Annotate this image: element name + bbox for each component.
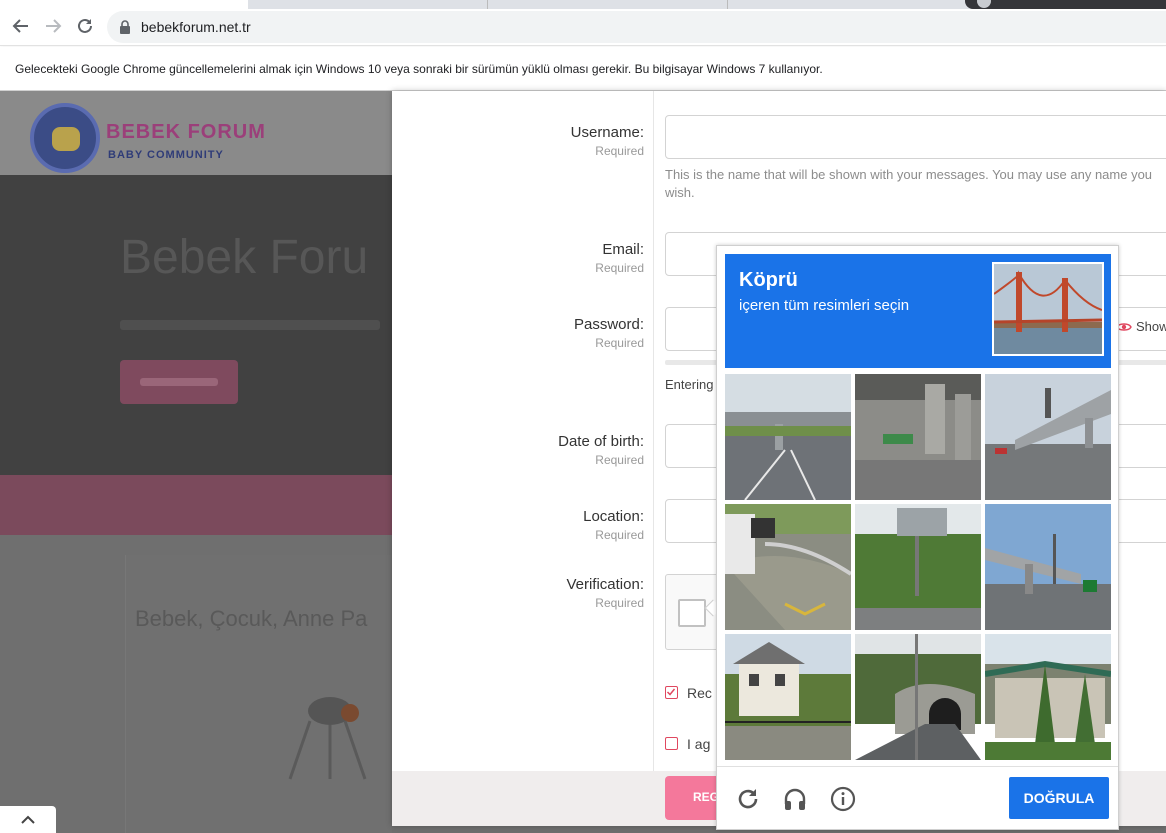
content-title: Bebek, Çocuk, Anne Pa [135, 606, 368, 631]
url-text[interactable]: bebekforum.net.tr [141, 19, 251, 35]
site-header: BEBEK FORUM BABY COMMUNITY [0, 91, 392, 175]
captcha-tile[interactable] [985, 634, 1111, 760]
verify-button[interactable]: DOĞRULA [1009, 777, 1109, 819]
verification-label: Verification: [566, 576, 644, 593]
captcha-tile[interactable] [725, 374, 851, 500]
checkbox1-label: Rec [687, 685, 712, 701]
checkbox2-label: I ag [687, 736, 711, 752]
username-input[interactable] [665, 115, 1166, 159]
captcha-tile[interactable] [855, 634, 981, 760]
show-label: Show [1136, 319, 1166, 334]
captcha-tile[interactable] [855, 374, 981, 500]
site-logo-icon [30, 103, 100, 173]
password-strength-text: Entering [665, 377, 714, 392]
pink-band [0, 475, 392, 535]
captcha-tile[interactable] [985, 374, 1111, 500]
password-required: Required [595, 336, 644, 350]
hero-subtitle [120, 320, 380, 330]
checkbox-checked[interactable] [665, 686, 678, 699]
infobar-text: Gelecekteki Google Chrome güncellemeleri… [15, 62, 823, 76]
form-label-column [392, 91, 654, 771]
show-password-toggle[interactable]: Show [1116, 319, 1166, 334]
captcha-tile[interactable] [855, 504, 981, 630]
email-required: Required [595, 261, 644, 275]
captcha-sample-image [992, 262, 1104, 356]
reload-icon[interactable] [73, 14, 97, 38]
refresh-icon[interactable] [734, 785, 762, 813]
forward-arrow-icon[interactable] [41, 14, 65, 38]
email-label: Email: [602, 241, 644, 258]
captcha-footer: DOĞRULA [717, 766, 1118, 830]
lock-icon[interactable] [119, 20, 131, 39]
audio-headphones-icon[interactable] [781, 785, 809, 813]
username-label: Username: [570, 124, 644, 141]
profile-avatar[interactable] [977, 0, 991, 8]
address-bar[interactable]: bebekforum.net.tr [107, 11, 1166, 43]
back-arrow-icon[interactable] [9, 14, 33, 38]
captcha-instruction: içeren tüm resimleri seçin [739, 297, 910, 314]
tab-profile[interactable] [965, 0, 1166, 9]
logo-subtext: BABY COMMUNITY [108, 149, 224, 161]
browser-toolbar: bebekforum.net.tr [0, 0, 1166, 46]
captcha-tile[interactable] [985, 504, 1111, 630]
update-infobar: Gelecekteki Google Chrome güncellemeleri… [0, 47, 1166, 91]
chevron-up-icon [21, 815, 35, 824]
location-label: Location: [583, 508, 644, 525]
dob-required: Required [595, 453, 644, 467]
tab-active[interactable] [0, 0, 248, 9]
info-icon[interactable] [829, 785, 857, 813]
captcha-header: Köprü içeren tüm resimleri seçin [725, 254, 1111, 368]
checkmark-icon [666, 688, 676, 696]
captcha-title: Köprü [739, 269, 798, 291]
back-to-top-button[interactable] [0, 806, 56, 833]
hero-button [120, 360, 238, 404]
password-label: Password: [573, 316, 644, 333]
tab[interactable] [248, 0, 488, 9]
terms-checkbox[interactable] [665, 737, 678, 750]
captcha-challenge: Köprü içeren tüm resimleri seçin DOĞRULA [716, 245, 1119, 830]
tab[interactable] [488, 0, 728, 9]
username-hint: This is the name that will be shown with… [665, 167, 1153, 200]
hero-title: Bebek Foru [120, 231, 369, 284]
location-required: Required [595, 528, 644, 542]
captcha-tile[interactable] [725, 504, 851, 630]
username-required: Required [595, 144, 644, 158]
dob-label: Date of birth: [558, 433, 644, 450]
captcha-tile[interactable] [725, 634, 851, 760]
chair-illustration [288, 697, 367, 780]
hero-section: Bebek Foru [0, 175, 392, 475]
captcha-grid [725, 374, 1111, 760]
recaptcha-checkbox[interactable] [678, 599, 706, 627]
content-area [0, 535, 392, 833]
logo-text: BEBEK FORUM [106, 121, 266, 143]
tab-strip [0, 0, 1166, 9]
verification-required: Required [595, 596, 644, 610]
